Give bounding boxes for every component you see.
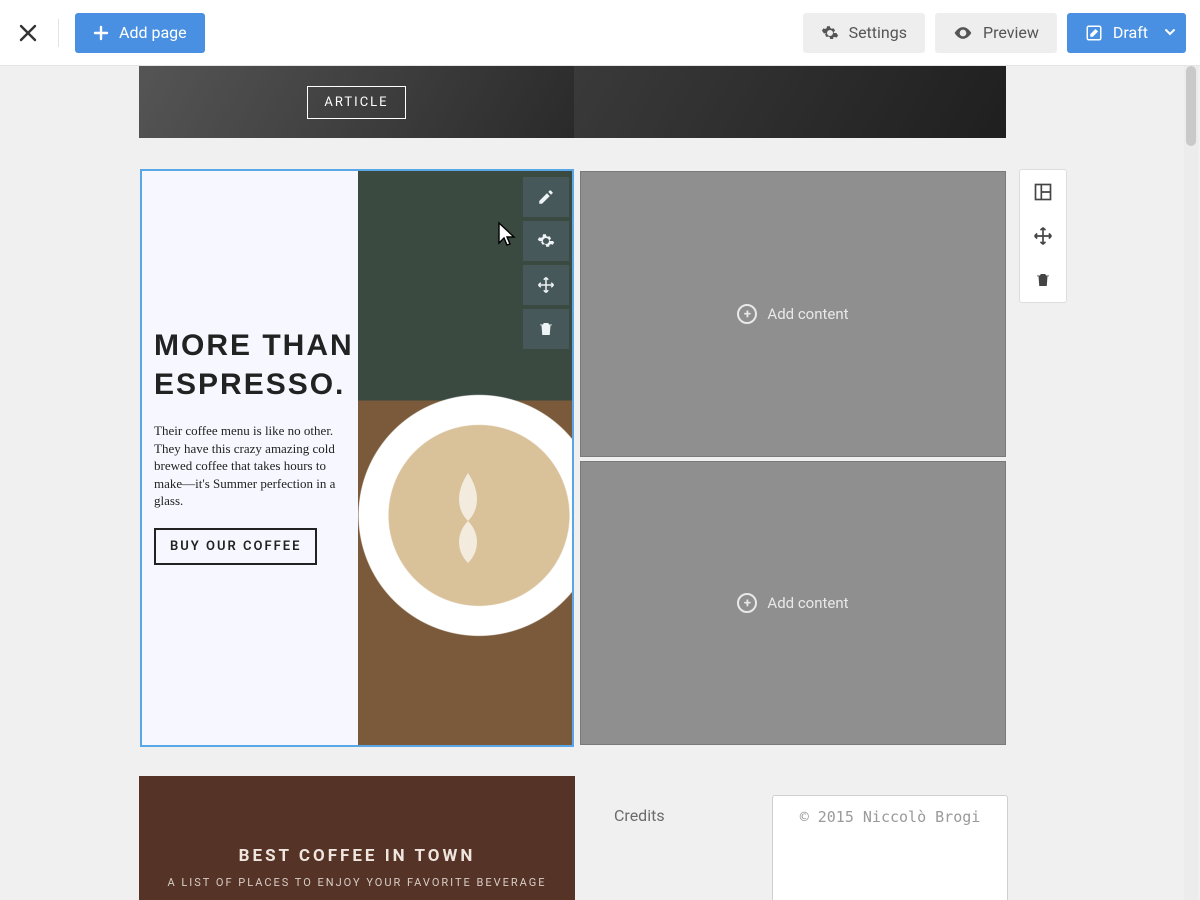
plus-circle-icon: + xyxy=(737,593,757,613)
close-icon xyxy=(18,23,38,43)
move-icon xyxy=(537,276,555,294)
draft-button[interactable]: Draft xyxy=(1067,13,1186,53)
footer-title: BEST COFFEE IN TOWN xyxy=(139,846,575,866)
side-layout-button[interactable] xyxy=(1020,170,1066,214)
block-side-panel xyxy=(1019,169,1067,303)
latte-art-icon xyxy=(408,455,528,575)
settings-button[interactable]: Settings xyxy=(803,13,925,53)
block-text-column: MORE THAN ESPRESSO. Their coffee menu is… xyxy=(154,326,354,565)
draft-label: Draft xyxy=(1113,23,1148,42)
chevron-down-icon[interactable] xyxy=(1164,23,1176,42)
block-edit-tools xyxy=(523,177,569,349)
hero-block-preview[interactable]: ARTICLE xyxy=(139,66,1006,138)
settings-label: Settings xyxy=(849,23,907,42)
edit-tool-pencil[interactable] xyxy=(523,177,569,217)
footer-subtitle: A LIST OF PLACES TO ENJOY YOUR FAVORITE … xyxy=(139,876,575,889)
preview-label: Preview xyxy=(983,23,1039,42)
credits-label: Credits xyxy=(614,806,665,825)
plus-circle-icon: + xyxy=(737,304,757,324)
gear-icon xyxy=(821,24,839,42)
vertical-scrollbar[interactable] xyxy=(1184,66,1198,900)
plus-icon xyxy=(93,25,109,41)
content-placeholder-1[interactable]: + Add content xyxy=(580,171,1006,457)
block-body: Their coffee menu is like no other. They… xyxy=(154,422,354,510)
editor-canvas: ARTICLE MORE THAN ESPRESSO. Their coffee… xyxy=(0,66,1200,900)
move-icon xyxy=(1033,226,1053,246)
edit-tool-delete[interactable] xyxy=(523,309,569,349)
trash-icon xyxy=(1034,271,1052,289)
edit-tool-move[interactable] xyxy=(523,265,569,305)
placeholder-label: Add content xyxy=(767,594,848,612)
close-button[interactable] xyxy=(14,19,42,47)
content-placeholder-2[interactable]: + Add content xyxy=(580,461,1006,745)
block-heading: MORE THAN ESPRESSO. xyxy=(154,326,354,404)
toolbar-divider xyxy=(58,19,59,47)
credits-input[interactable] xyxy=(772,795,1008,900)
add-page-button[interactable]: Add page xyxy=(75,13,205,53)
side-move-button[interactable] xyxy=(1020,214,1066,258)
gear-icon xyxy=(537,232,555,250)
buy-coffee-button[interactable]: BUY OUR COFFEE xyxy=(154,528,317,565)
scrollbar-thumb[interactable] xyxy=(1186,66,1196,146)
placeholder-label: Add content xyxy=(767,305,848,323)
add-page-label: Add page xyxy=(119,23,187,42)
preview-button[interactable]: Preview xyxy=(935,13,1057,53)
pencil-icon xyxy=(537,188,555,206)
hero-cta-button[interactable]: ARTICLE xyxy=(307,86,405,119)
edit-tool-settings[interactable] xyxy=(523,221,569,261)
edit-square-icon xyxy=(1085,24,1103,42)
eye-icon xyxy=(953,23,973,43)
trash-icon xyxy=(537,320,555,338)
top-toolbar: Add page Settings Preview Draft xyxy=(0,0,1200,66)
side-delete-button[interactable] xyxy=(1020,258,1066,302)
footer-card[interactable]: BEST COFFEE IN TOWN A LIST OF PLACES TO … xyxy=(139,776,575,900)
content-block-espresso[interactable]: MORE THAN ESPRESSO. Their coffee menu is… xyxy=(140,169,574,747)
layout-icon xyxy=(1033,182,1053,202)
